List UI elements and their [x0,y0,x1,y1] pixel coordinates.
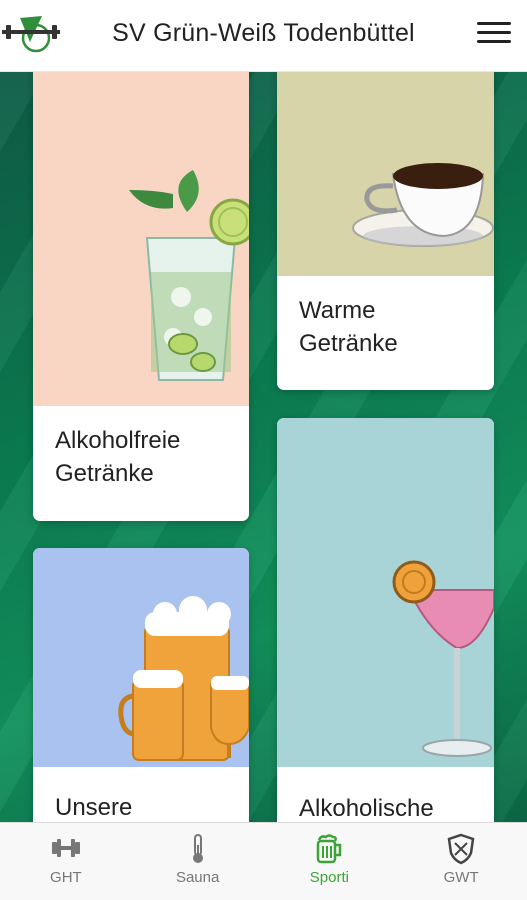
tile-alkoholfreie-getraenke[interactable]: Alkoholfreie Getränke [33,72,249,521]
bottom-tab-bar: GHT Sauna Sporti GWT [0,822,527,900]
tab-label: Sporti [309,869,349,886]
tab-sauna[interactable]: Sauna [132,823,264,900]
tab-gwt[interactable]: GWT [395,823,527,900]
hamburger-menu-button[interactable] [477,22,511,48]
tab-label: GHT [50,869,82,886]
beer-glasses-image [33,548,249,767]
coffee-cup-image [277,72,494,276]
mojito-glass-image [33,72,249,406]
tile-warme-getraenke[interactable]: Warme Getränke [277,72,494,390]
cocktail-glass-image [277,418,494,767]
shield-icon [447,833,475,865]
tile-alkoholische[interactable]: Alkoholische [277,418,494,822]
tab-label: GWT [443,869,479,886]
thermometer-icon [192,834,203,863]
menu-line-icon [477,31,511,34]
tab-sporti[interactable]: Sporti [264,823,396,900]
tile-unsere[interactable]: Unsere [33,548,249,822]
tile-label: Getränke [299,330,398,357]
tile-label: Alkoholische [299,795,434,822]
tile-label: Alkoholfreie [55,427,181,454]
tab-label: Sauna [175,869,220,886]
app-header: SV Grün-Weiß Todenbüttel [0,0,527,72]
dumbbell-icon [51,839,80,857]
beer-mug-icon [317,834,342,864]
page-title: SV Grün-Weiß Todenbüttel [112,19,415,47]
tile-label: Getränke [55,460,154,487]
tile-label: Unsere [55,794,133,821]
tile-label: Warme [299,297,376,324]
tab-ght[interactable]: GHT [0,823,132,900]
club-logo [2,16,60,53]
menu-line-icon [477,40,511,43]
menu-line-icon [477,22,511,25]
category-grid: Alkoholfreie Getränke Warme Getränke Uns… [0,72,527,822]
